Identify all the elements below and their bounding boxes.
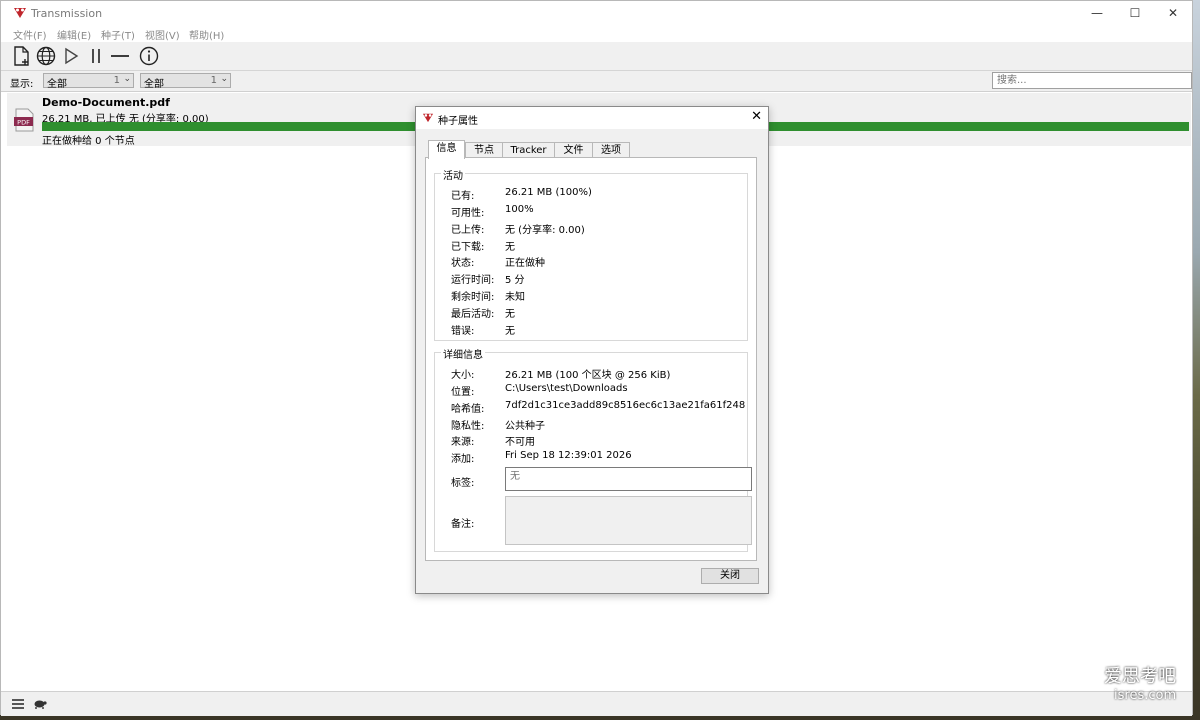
location-label: 位置: (451, 387, 475, 398)
new-file-icon[interactable] (10, 45, 32, 67)
error-value: 无 (505, 326, 515, 337)
running-time-value: 5 分 (505, 275, 525, 286)
uploaded-value: 无 (分享率: 0.00) (505, 225, 585, 236)
maximize-button[interactable]: ☐ (1116, 1, 1154, 25)
turtle-icon[interactable] (33, 698, 47, 710)
select-count: 1 (113, 75, 120, 86)
titlebar: Transmission — ☐ ✕ (1, 1, 1192, 25)
info-icon[interactable] (138, 45, 160, 67)
running-time-label: 运行时间: (451, 275, 495, 286)
pdf-label: PDF (17, 119, 30, 127)
tracker-filter-select[interactable]: 全部 1 ⌄ (140, 73, 231, 90)
menubar: 文件(F) 编辑(E) 种子(T) 视图(V) 帮助(H) (1, 25, 1192, 42)
chevron-down-icon: ⌄ (123, 74, 131, 84)
menu-file[interactable]: 文件(F) (13, 27, 47, 42)
labels-input[interactable] (506, 468, 744, 485)
state-label: 状态: (451, 258, 475, 269)
comment-field[interactable] (505, 496, 752, 545)
error-label: 错误: (451, 326, 475, 337)
last-activity-value: 无 (505, 309, 515, 320)
status-bar (1, 691, 1192, 716)
select-value: 全部 (47, 79, 67, 90)
close-window-button[interactable]: ✕ (1154, 1, 1192, 25)
watermark-url: isres.com (1114, 688, 1177, 703)
menu-help[interactable]: 帮助(H) (189, 27, 224, 42)
search-input[interactable] (993, 73, 1191, 88)
menu-icon[interactable] (11, 698, 25, 710)
privacy-value: 公共种子 (505, 421, 545, 432)
tab-files[interactable]: 文件 (554, 142, 593, 158)
comment-label: 备注: (451, 519, 475, 530)
labels-field[interactable] (505, 467, 752, 491)
pdf-file-icon: PDF (14, 108, 34, 132)
dialog-titlebar: 种子属性 ✕ (416, 107, 768, 129)
tab-options[interactable]: 选项 (592, 142, 630, 158)
transmission-logo-icon (422, 113, 434, 123)
size-label: 大小: (451, 370, 475, 381)
window-title: Transmission (31, 7, 103, 20)
globe-icon[interactable] (35, 45, 57, 67)
labels-label: 标签: (451, 478, 475, 489)
have-value: 26.21 MB (100%) (505, 187, 592, 198)
tab-peers[interactable]: 节点 (465, 142, 503, 158)
torrent-properties-dialog: 种子属性 ✕ 信息 节点 Tracker 文件 选项 活动 已有: 26.21 … (415, 106, 769, 594)
close-button[interactable]: 关闭 (701, 568, 759, 584)
filter-label: 显示: (10, 79, 34, 90)
tab-tracker[interactable]: Tracker (502, 142, 555, 158)
menu-view[interactable]: 视图(V) (145, 27, 180, 42)
play-icon[interactable] (60, 45, 82, 67)
select-value: 全部 (144, 79, 164, 90)
details-group-title: 详细信息 (441, 346, 485, 361)
transmission-logo-icon (14, 8, 26, 18)
menu-torrent[interactable]: 种子(T) (101, 27, 135, 42)
uploaded-label: 已上传: (451, 225, 485, 236)
remaining-time-value: 未知 (505, 292, 525, 303)
size-value: 26.21 MB (100 个区块 @ 256 KiB) (505, 370, 671, 381)
availability-label: 可用性: (451, 208, 485, 219)
activity-filter-select[interactable]: 全部 1 ⌄ (43, 73, 134, 90)
torrent-status: 正在做种给 0 个节点 (42, 136, 135, 147)
have-label: 已有: (451, 191, 475, 202)
dialog-title: 种子属性 (438, 116, 478, 127)
hash-label: 哈希值: (451, 404, 485, 415)
activity-group: 活动 已有: 26.21 MB (100%) 可用性: 100% 已上传: 无 … (434, 167, 748, 341)
origin-label: 来源: (451, 437, 475, 448)
toolbar (1, 42, 1192, 71)
remove-icon[interactable] (109, 45, 131, 67)
state-value: 正在做种 (505, 258, 545, 269)
search-box[interactable] (992, 72, 1192, 89)
menu-edit[interactable]: 编辑(E) (57, 27, 91, 42)
torrent-name: Demo-Document.pdf (42, 96, 170, 109)
downloaded-value: 无 (505, 242, 515, 253)
added-value: Fri Sep 18 12:39:01 2026 (505, 450, 632, 461)
availability-value: 100% (505, 204, 534, 215)
chevron-down-icon: ⌄ (220, 74, 228, 84)
downloaded-label: 已下载: (451, 242, 485, 253)
activity-group-title: 活动 (441, 167, 465, 182)
info-tab-panel: 活动 已有: 26.21 MB (100%) 可用性: 100% 已上传: 无 … (425, 157, 757, 561)
added-label: 添加: (451, 454, 475, 465)
remaining-time-label: 剩余时间: (451, 292, 495, 303)
tab-info[interactable]: 信息 (428, 140, 465, 159)
select-count: 1 (210, 75, 217, 86)
pause-icon[interactable] (85, 45, 107, 67)
minimize-button[interactable]: — (1078, 1, 1116, 25)
last-activity-label: 最后活动: (451, 309, 495, 320)
privacy-label: 隐私性: (451, 421, 485, 432)
details-group: 详细信息 大小: 26.21 MB (100 个区块 @ 256 KiB) 位置… (434, 346, 752, 552)
origin-value: 不可用 (505, 437, 535, 448)
dialog-close-icon[interactable]: ✕ (751, 109, 762, 124)
filter-bar: 显示: 全部 1 ⌄ 全部 1 ⌄ (1, 71, 1192, 92)
location-value: C:\Users\test\Downloads (505, 383, 628, 394)
hash-value: 7df2d1c31ce3add89c8516ec6c13ae21fa61f248 (505, 400, 746, 411)
watermark-text: 爱思考吧 (1104, 666, 1176, 687)
